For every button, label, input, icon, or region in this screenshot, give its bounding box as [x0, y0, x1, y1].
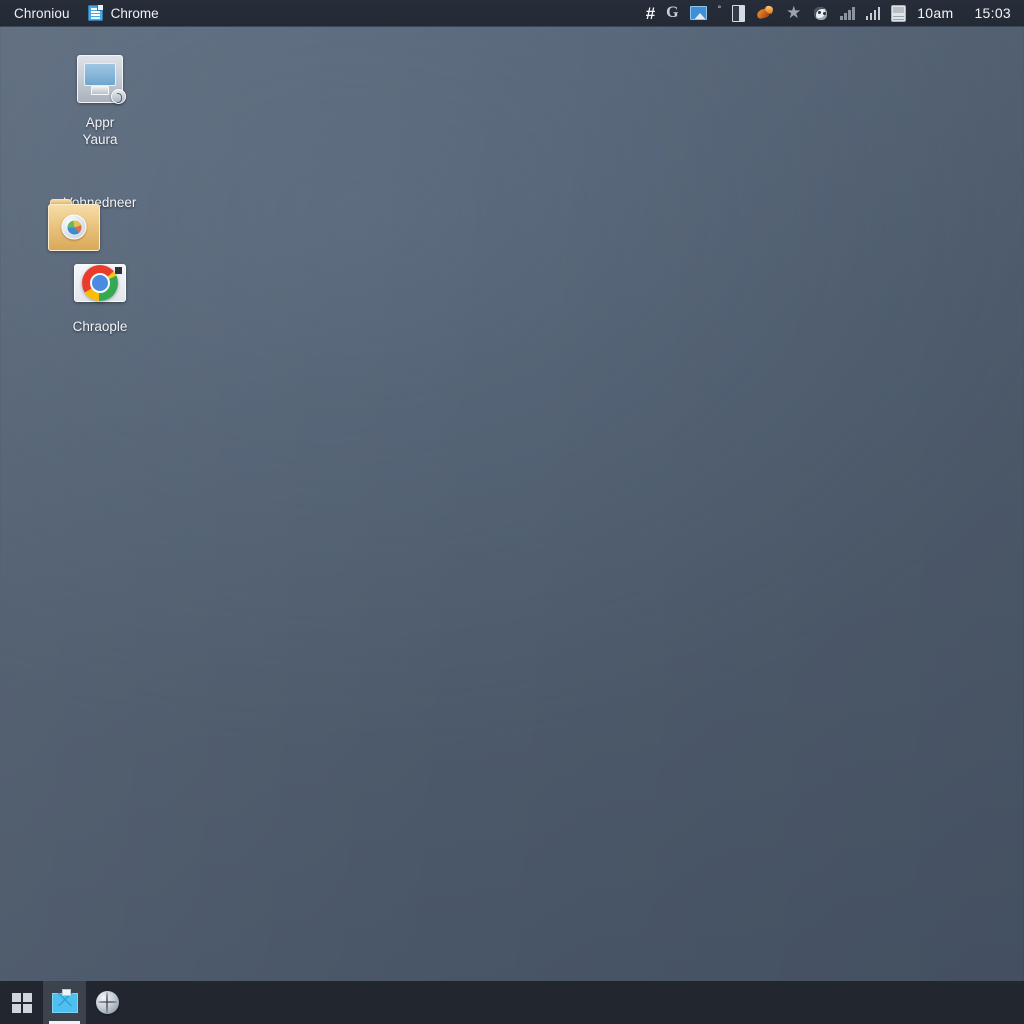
tray-clock[interactable]: 15:03: [974, 5, 1011, 21]
chrome-icon: [74, 257, 126, 309]
globe-icon: [96, 991, 119, 1014]
taskbar: [0, 981, 1024, 1024]
desktop-icon-vohnedneer[interactable]: Vohnedneer: [47, 194, 153, 251]
star-icon[interactable]: ★: [785, 4, 802, 22]
desktop-icon-chraople[interactable]: Chraople: [47, 257, 153, 335]
mail-icon: [51, 988, 78, 1013]
top-bar-left: Chroniou Chrome: [0, 0, 171, 27]
desktop-icon-column: Appr Yaura Vohnedneer Chraople: [47, 53, 153, 381]
window-title: Chroniou: [14, 5, 70, 21]
display-icon: [74, 53, 126, 105]
start-button[interactable]: [0, 981, 43, 1024]
desktop-icon-appr-yaura[interactable]: Appr Yaura: [47, 53, 153, 148]
top-bar: Chroniou Chrome # G ° ★ 10am 15:03: [0, 0, 1024, 27]
top-bar-tab-label: Chrome: [110, 5, 159, 21]
battery-icon[interactable]: [891, 4, 907, 22]
book-icon[interactable]: [732, 4, 746, 22]
desktop-surface[interactable]: Appr Yaura Vohnedneer Chraople: [0, 27, 1024, 981]
screen: Chroniou Chrome # G ° ★ 10am 15:03 Appr …: [0, 0, 1024, 1024]
photo-icon[interactable]: [689, 6, 707, 20]
google-g-icon[interactable]: G: [666, 5, 678, 21]
document-icon: [87, 5, 103, 21]
bird-icon[interactable]: [756, 6, 774, 21]
degree-icon: °: [717, 3, 722, 14]
top-bar-tab-chrome[interactable]: Chrome: [80, 0, 171, 27]
taskbar-item-mail[interactable]: [43, 981, 86, 1024]
signal-full-icon[interactable]: [865, 6, 881, 20]
desktop-icon-label: Chraople: [72, 319, 128, 334]
blob-face-icon[interactable]: [813, 6, 829, 21]
desktop-icon-label: Appr Yaura: [82, 115, 118, 147]
hash-icon[interactable]: #: [646, 5, 655, 22]
signal-weak-icon[interactable]: [840, 6, 855, 20]
folder-icon: [48, 199, 100, 251]
grid-icon: [11, 992, 32, 1013]
taskbar-item-browser[interactable]: [86, 981, 129, 1024]
tray-period: 10am: [917, 5, 954, 21]
system-tray: # G ° ★ 10am 15:03: [646, 0, 1024, 27]
